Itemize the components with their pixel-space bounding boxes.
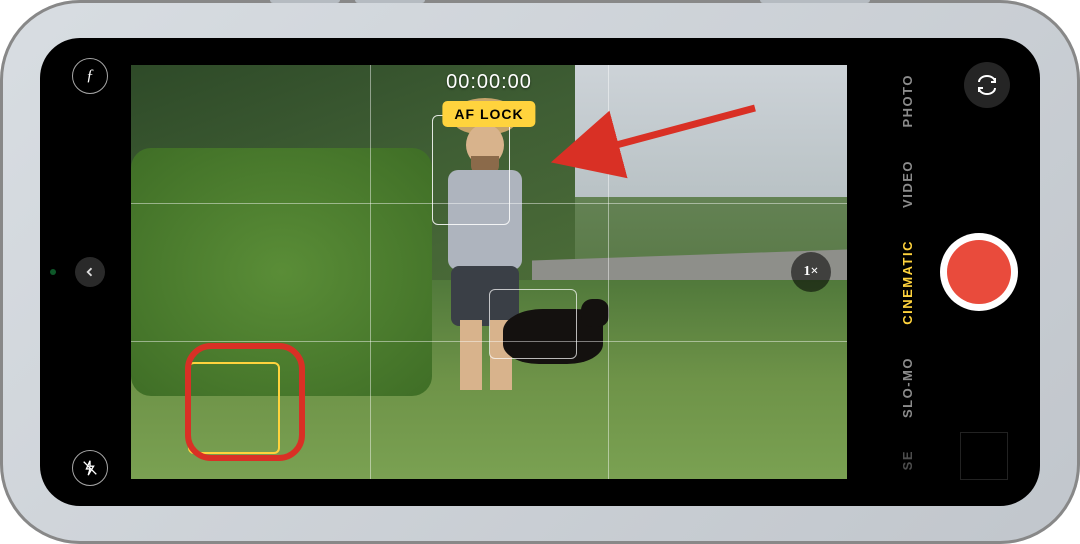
zoom-level-label: 1× (804, 264, 819, 280)
volume-down-button (355, 0, 425, 3)
record-button[interactable] (940, 233, 1018, 311)
af-lock-focus-box[interactable] (188, 362, 280, 454)
scene-sky (546, 65, 847, 197)
record-button-inner (947, 240, 1011, 304)
recording-timer: 00:00:00 (446, 71, 532, 94)
side-button (760, 0, 870, 3)
volume-up-button (270, 0, 340, 3)
screen: ƒ (40, 38, 1040, 506)
focus-box-subject[interactable] (432, 115, 510, 225)
mode-timelapse-partial[interactable]: SE (900, 450, 915, 470)
zoom-level-button[interactable]: 1× (791, 252, 831, 292)
mode-photo[interactable]: PHOTO (900, 74, 915, 128)
mode-cinematic[interactable]: CINEMATIC (900, 240, 915, 325)
focus-box-secondary[interactable] (489, 289, 577, 359)
depth-aperture-button[interactable]: ƒ (72, 58, 108, 94)
camera-viewfinder[interactable]: 00:00:00 AF LOCK 1× (131, 65, 847, 479)
switch-camera-button[interactable] (964, 62, 1010, 108)
iphone-frame: ƒ (0, 0, 1080, 544)
af-lock-badge: AF LOCK (442, 101, 535, 127)
depth-aperture-glyph: ƒ (86, 67, 94, 85)
flash-button[interactable] (72, 450, 108, 486)
camera-indicator-dot (50, 269, 56, 275)
switch-camera-icon (975, 73, 999, 97)
settings-drawer-button[interactable] (75, 257, 105, 287)
flash-off-icon (81, 459, 99, 477)
mode-selector[interactable]: PHOTO VIDEO CINEMATIC SLO-MO SE (896, 38, 918, 506)
mode-video[interactable]: VIDEO (900, 160, 915, 208)
chevron-left-icon (84, 266, 96, 278)
left-controls: ƒ (60, 38, 120, 506)
scene-bush (131, 148, 432, 396)
mode-slomo[interactable]: SLO-MO (900, 357, 915, 418)
right-controls: PHOTO VIDEO CINEMATIC SLO-MO SE (850, 38, 1020, 506)
last-capture-thumbnail[interactable] (960, 432, 1008, 480)
